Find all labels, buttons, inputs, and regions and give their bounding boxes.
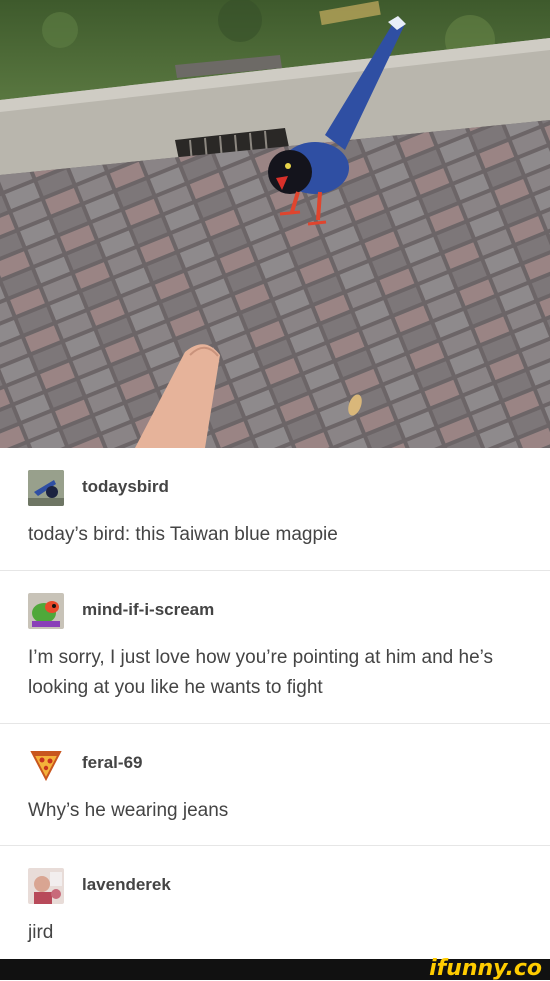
bird-avatar-icon[interactable] [28, 470, 64, 506]
post-text: I’m sorry, I just love how you’re pointi… [28, 647, 494, 698]
pizza-avatar-icon[interactable] [28, 746, 64, 782]
parrot-avatar-icon[interactable] [28, 593, 64, 629]
post-photo [0, 0, 550, 448]
username[interactable]: lavenderek [82, 875, 171, 895]
magpie-photo [0, 0, 550, 448]
post-feral-69: feral-69 Why’s he wearing jeans [0, 723, 550, 845]
ifunny-watermark: ifunny.co [429, 956, 542, 981]
username[interactable]: todaysbird [82, 477, 169, 497]
post-text: today’s bird: this Taiwan blue magpie [28, 524, 338, 545]
username[interactable]: mind-if-i-scream [82, 600, 214, 620]
post-mind-if-i-scream: mind-if-i-scream I’m sorry, I just love … [0, 570, 550, 723]
post-text: jird [28, 922, 54, 943]
post-text: Why’s he wearing jeans [28, 800, 229, 821]
username[interactable]: feral-69 [82, 753, 142, 773]
post-todaysbird: todaysbird today’s bird: this Taiwan blu… [0, 448, 550, 570]
post-lavenderek: lavenderek jird [0, 845, 550, 959]
person-avatar-icon[interactable] [28, 868, 64, 904]
